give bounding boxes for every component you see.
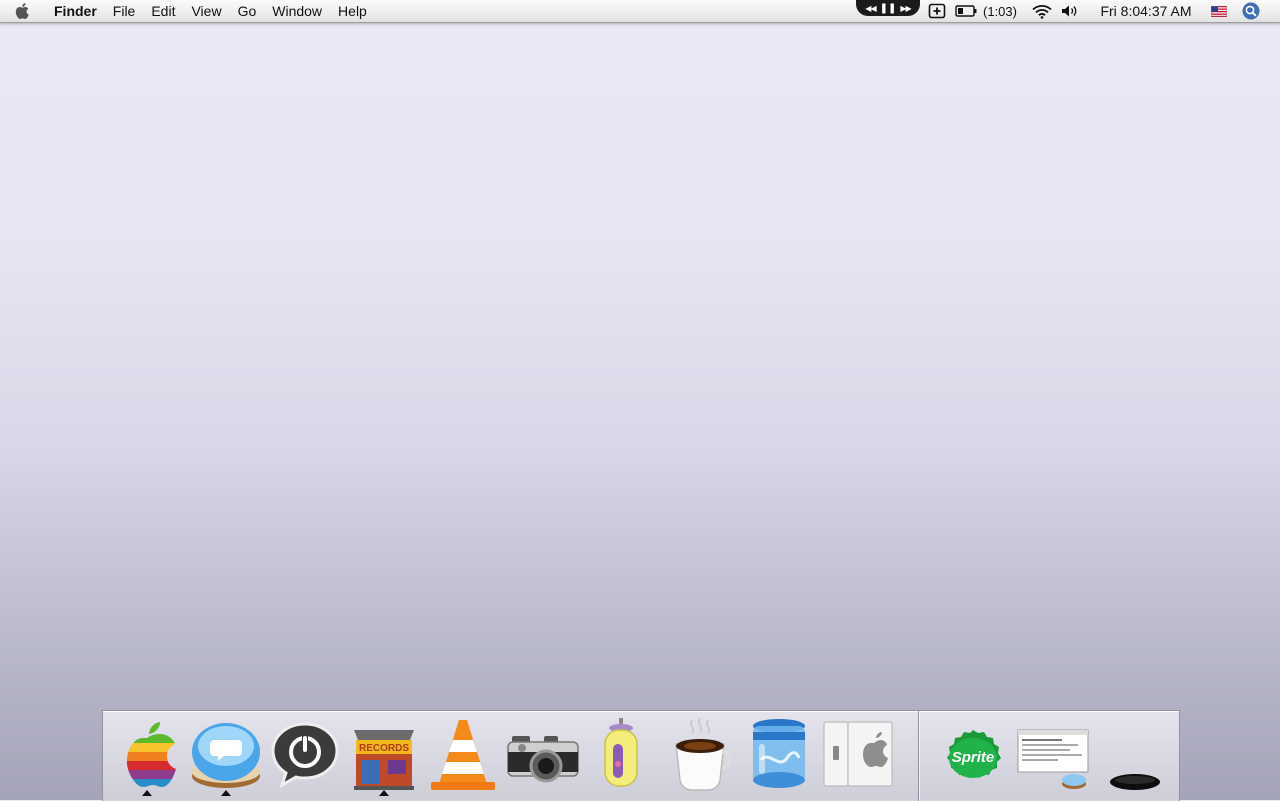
menu-clock[interactable]: Fri 8:04:37 AM: [1088, 0, 1204, 22]
vlc-cone-icon: [431, 720, 495, 790]
menu-edit[interactable]: Edit: [143, 0, 183, 22]
records-store-icon: RECORDS: [354, 730, 414, 790]
dock-item-capsule[interactable]: [583, 716, 659, 796]
volume-icon[interactable]: [1060, 0, 1080, 22]
add-icon[interactable]: [926, 0, 948, 22]
black-disc-icon: [1110, 774, 1160, 790]
spotlight-icon[interactable]: [1240, 0, 1262, 22]
dock-item-vlc-cone[interactable]: [425, 716, 501, 796]
sprite-cap-icon: Sprite: [947, 730, 1001, 778]
fast-forward-icon[interactable]: ▶▶: [900, 4, 911, 13]
camera-icon: [507, 736, 579, 783]
rainbow-apple-icon: [126, 722, 176, 787]
menu-file[interactable]: File: [105, 0, 144, 22]
dock-item-chat-bubble-button[interactable]: [188, 716, 264, 796]
dock-item-glass-jar[interactable]: [741, 716, 817, 796]
dock-item-power-speech[interactable]: [267, 716, 343, 796]
coffee-cup-icon: [675, 717, 732, 791]
running-indicator: [221, 790, 231, 796]
dock-separator: [918, 711, 919, 801]
document-preview-icon: [1017, 729, 1089, 789]
dock-item-camera[interactable]: [504, 716, 580, 796]
battery-time[interactable]: (1:03): [980, 0, 1020, 22]
running-indicator: [142, 790, 152, 796]
media-controls[interactable]: ◀◀ ❚❚ ▶▶: [856, 0, 920, 16]
dock-item-document-preview[interactable]: [1014, 716, 1090, 796]
svg-text:RECORDS: RECORDS: [359, 743, 409, 754]
apple-menu-icon[interactable]: [0, 0, 46, 22]
menu-view[interactable]: View: [183, 0, 229, 22]
battery-icon[interactable]: [954, 0, 978, 22]
rewind-icon[interactable]: ◀◀: [865, 4, 876, 13]
dock-item-switch-panel[interactable]: [820, 716, 896, 796]
chat-bubble-icon: [192, 723, 260, 788]
menu-go[interactable]: Go: [230, 0, 265, 22]
menu-window[interactable]: Window: [264, 0, 330, 22]
dock-item-records-store[interactable]: RECORDS: [346, 716, 422, 796]
power-speech-icon: [271, 722, 339, 789]
dock-item-apple-rainbow[interactable]: [109, 716, 185, 796]
menu-bar: Finder File Edit View Go Window Help ◀◀ …: [0, 0, 1280, 23]
menu-app-name[interactable]: Finder: [46, 0, 105, 22]
dock-item-black-disc[interactable]: [1093, 716, 1169, 796]
dock: RECORDS Sprite: [102, 710, 1180, 801]
us-flag-icon[interactable]: [1208, 0, 1230, 22]
glass-jar-icon: [753, 719, 805, 788]
pause-icon[interactable]: ❚❚: [880, 3, 897, 14]
switch-panel-icon: [823, 721, 893, 787]
running-indicator: [379, 790, 389, 796]
menu-help[interactable]: Help: [330, 0, 375, 22]
dock-item-coffee-cup[interactable]: [662, 716, 738, 796]
menu-bar-left: Finder File Edit View Go Window Help: [0, 0, 375, 22]
capsule-icon: [604, 718, 638, 787]
sprite-label: Sprite: [952, 749, 995, 766]
wifi-icon[interactable]: [1031, 0, 1053, 22]
desktop[interactable]: [0, 23, 1280, 710]
dock-item-sprite-cap[interactable]: Sprite: [935, 716, 1011, 796]
